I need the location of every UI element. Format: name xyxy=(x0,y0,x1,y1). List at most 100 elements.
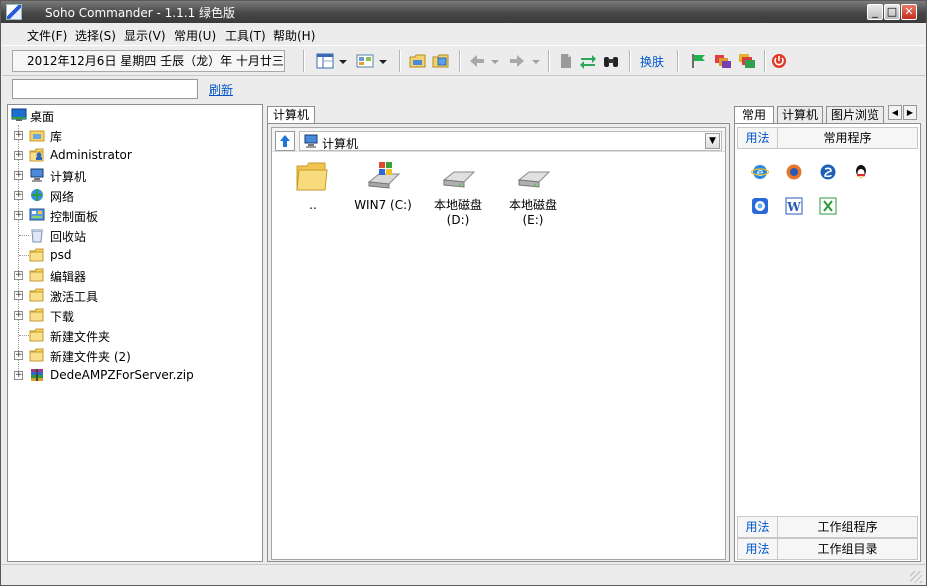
menu-select[interactable]: 选择(S) xyxy=(75,27,116,44)
expand-toggle-icon[interactable]: + xyxy=(14,151,23,160)
tree-item[interactable]: + 库 xyxy=(8,125,258,145)
tree-item[interactable]: 回收站 xyxy=(8,225,258,245)
menu-view[interactable]: 显示(V) xyxy=(124,27,166,44)
minimize-button[interactable]: _ xyxy=(867,4,883,20)
expand-toggle-icon[interactable]: + xyxy=(14,371,23,380)
menu-tools[interactable]: 工具(T) xyxy=(225,27,266,44)
refresh-link[interactable]: 刷新 xyxy=(209,81,233,98)
file-list[interactable]: 计算机 ▼ .. WIN7 (C:) 本地磁盘 (D:) 本地磁盘 (E:) xyxy=(271,127,726,560)
title-bar[interactable]: Soho Commander - 1.1.1 绿色版 _ □ ✕ xyxy=(1,1,926,23)
tree-item[interactable]: 新建文件夹 xyxy=(8,325,258,345)
tab-image-browse[interactable]: 图片浏览 xyxy=(826,106,884,124)
chevron-down-icon[interactable] xyxy=(338,53,348,69)
file-item[interactable]: WIN7 (C:) xyxy=(348,160,418,213)
tree-item[interactable]: + 新建文件夹 (2) xyxy=(8,345,258,365)
tree-label: DedeAMPZForServer.zip xyxy=(50,368,194,382)
tab-computer-right[interactable]: 计算机 xyxy=(777,106,823,124)
sogou-browser-icon[interactable] xyxy=(819,163,837,181)
tree-label: 计算机 xyxy=(50,170,87,184)
expand-toggle-icon[interactable]: + xyxy=(14,271,23,280)
folder-icon xyxy=(295,160,331,192)
folder-tree[interactable]: 桌面 + 库 + Administrator + 计算机 + 网络 + 控制面板 回收站 psd + 编辑… xyxy=(7,104,263,562)
tree-item[interactable]: + 激活工具 xyxy=(8,285,258,305)
svg-text:W: W xyxy=(786,200,801,214)
tree-label: 网络 xyxy=(50,190,75,204)
tab-scroll-right-icon[interactable]: ▶ xyxy=(903,105,917,120)
address-input[interactable] xyxy=(12,79,198,99)
library-icon xyxy=(29,127,45,143)
up-level-button[interactable] xyxy=(275,131,295,151)
chevron-down-icon[interactable]: ▼ xyxy=(705,133,720,149)
tree-item[interactable]: + DedeAMPZForServer.zip xyxy=(8,365,258,385)
chevron-down-icon[interactable] xyxy=(378,53,388,69)
copy-folder-icon[interactable] xyxy=(432,53,450,69)
menu-help[interactable]: 帮助(H) xyxy=(273,27,315,44)
word-icon[interactable]: W xyxy=(785,197,803,215)
change-skin-button[interactable]: 换肤 xyxy=(640,53,664,70)
recycle-bin-icon xyxy=(29,227,45,243)
expand-toggle-icon[interactable]: + xyxy=(14,191,23,200)
binoculars-icon[interactable] xyxy=(602,53,620,69)
chevron-down-icon[interactable] xyxy=(531,53,541,69)
toolbar-separator xyxy=(459,50,461,72)
user-folder-icon xyxy=(29,147,45,163)
usage-link[interactable]: 用法 xyxy=(738,539,778,559)
back-arrow-icon[interactable] xyxy=(468,53,486,69)
firefox-icon[interactable] xyxy=(785,163,803,181)
expand-toggle-icon[interactable]: + xyxy=(14,351,23,360)
stack-windows-icon[interactable] xyxy=(738,53,756,69)
file-label: WIN7 (C:) xyxy=(354,198,412,212)
tree-item-desktop[interactable]: 桌面 xyxy=(8,105,258,125)
display-mode-icon[interactable] xyxy=(356,53,374,69)
usage-link[interactable]: 用法 xyxy=(738,517,778,537)
menu-file[interactable]: 文件(F) xyxy=(27,27,67,44)
tree-item[interactable]: + 编辑器 xyxy=(8,265,258,285)
tree-item[interactable]: + 计算机 xyxy=(8,165,258,185)
forward-arrow-icon[interactable] xyxy=(508,53,526,69)
app-icon xyxy=(6,4,22,20)
document-icon[interactable] xyxy=(557,53,575,69)
tree-item[interactable]: psd xyxy=(8,245,258,265)
media-player-icon[interactable] xyxy=(751,197,769,215)
computer-icon xyxy=(29,167,45,183)
expand-toggle-icon[interactable]: + xyxy=(14,131,23,140)
tree-item[interactable]: + Administrator xyxy=(8,145,258,165)
folder-icon xyxy=(29,307,45,323)
menu-common[interactable]: 常用(U) xyxy=(174,27,216,44)
menu-bar: 文件(F) 选择(S) 显示(V) 常用(U) 工具(T) 帮助(H) xyxy=(2,23,925,45)
chevron-down-icon[interactable] xyxy=(490,53,500,69)
tab-scroll-left-icon[interactable]: ◀ xyxy=(888,105,902,120)
sync-arrows-icon[interactable] xyxy=(579,53,597,69)
toolbar-separator xyxy=(399,50,401,72)
power-icon[interactable] xyxy=(770,53,788,69)
file-item[interactable]: 本地磁盘 (E:) xyxy=(498,160,568,228)
tree-item[interactable]: + 下载 xyxy=(8,305,258,325)
expand-toggle-icon[interactable]: + xyxy=(14,311,23,320)
maximize-button[interactable]: □ xyxy=(884,4,900,20)
expand-toggle-icon[interactable]: + xyxy=(14,211,23,220)
tab-computer[interactable]: 计算机 xyxy=(267,106,315,124)
green-flag-icon[interactable] xyxy=(690,53,708,69)
internet-explorer-icon[interactable]: e xyxy=(750,163,770,181)
excel-icon[interactable] xyxy=(819,197,837,215)
tab-common[interactable]: 常用 xyxy=(734,106,774,124)
new-folder-icon[interactable] xyxy=(409,53,427,69)
file-item[interactable]: 本地磁盘 (D:) xyxy=(423,160,493,228)
tree-guide-line xyxy=(19,255,29,256)
file-item[interactable]: .. xyxy=(278,160,348,213)
tree-label: 桌面 xyxy=(30,110,55,124)
qq-icon[interactable] xyxy=(852,163,870,181)
tree-item[interactable]: + 控制面板 xyxy=(8,205,258,225)
path-combo[interactable]: 计算机 ▼ xyxy=(299,131,722,151)
path-bar: 计算机 ▼ xyxy=(272,128,725,152)
expand-toggle-icon[interactable]: + xyxy=(14,171,23,180)
expand-toggle-icon[interactable]: + xyxy=(14,291,23,300)
multi-window-icon[interactable] xyxy=(714,53,732,69)
resize-grip-icon[interactable] xyxy=(910,571,922,583)
layout-view-icon[interactable] xyxy=(316,53,334,69)
close-button[interactable]: ✕ xyxy=(901,4,917,20)
tree-guide-line xyxy=(19,235,29,236)
usage-link[interactable]: 用法 xyxy=(738,128,778,148)
toolbar: 2012年12月6日 星期四 壬辰（龙）年 十月廿三 换肤 xyxy=(2,45,925,76)
tree-item[interactable]: + 网络 xyxy=(8,185,258,205)
